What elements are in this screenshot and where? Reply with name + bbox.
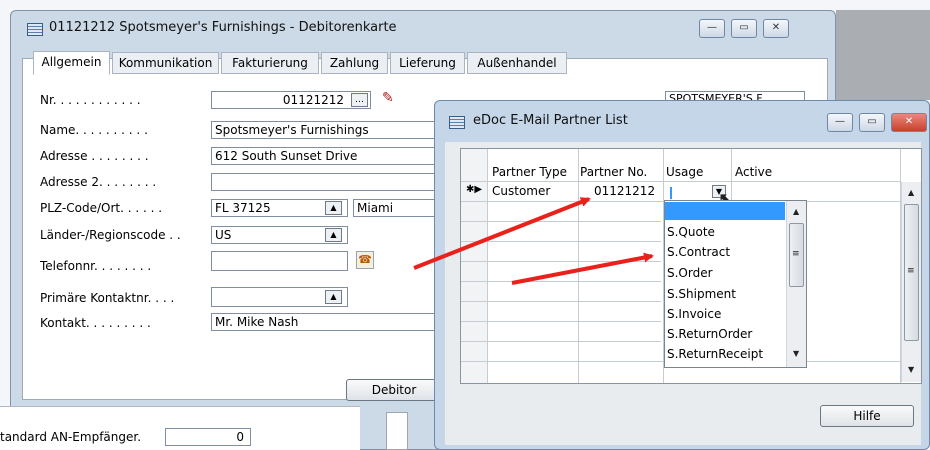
annotation-arrows — [413, 197, 654, 285]
arrow-to-usage-list — [511, 252, 654, 285]
arrow-to-partner-no — [413, 197, 591, 270]
